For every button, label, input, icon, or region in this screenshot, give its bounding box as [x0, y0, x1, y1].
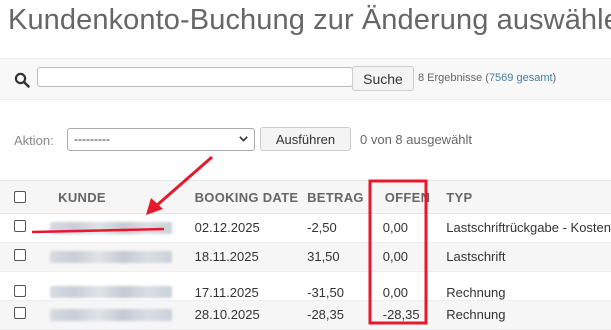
amount: -2,50: [307, 220, 337, 235]
booking-date: 18.11.2025: [194, 249, 259, 264]
booking-date: 28.10.2025: [194, 307, 260, 322]
column-header-typ[interactable]: TYP: [446, 180, 611, 214]
booking-type: Lastschrift: [446, 249, 506, 264]
column-header-kunde[interactable]: KUNDE: [50, 180, 195, 214]
row-checkbox[interactable]: [14, 307, 26, 319]
amount: -28,35: [307, 307, 344, 322]
row-checkbox[interactable]: [14, 220, 26, 232]
customer-name-redacted[interactable]: [50, 222, 173, 234]
booking-type: Rechnung: [446, 285, 506, 300]
result-count: 8 Ergebnisse (7569 gesamt): [418, 72, 557, 84]
search-icon: [14, 72, 30, 88]
page-title: Kundenkonto-Buchung zur Änderung auswähl…: [8, 4, 611, 36]
action-select[interactable]: ---------: [67, 128, 255, 151]
table-row: 28.10.2025 -28,35 -28,35 Rechnung: [0, 300, 611, 330]
search-toolbar: Suche 8 Ergebnisse (7569 gesamt): [0, 58, 611, 100]
row-checkbox[interactable]: [14, 249, 26, 261]
column-header-betrag[interactable]: BETRAG: [307, 180, 379, 214]
customer-name-redacted[interactable]: [50, 309, 173, 321]
action-select-value: ---------: [74, 132, 110, 146]
selection-counter: 0 von 8 ausgewählt: [360, 132, 473, 147]
table-row: 17.11.2025 -31,50 0,00 Rechnung: [0, 271, 611, 301]
table-row: 18.11.2025 31,50 0,00 Lastschrift: [0, 242, 611, 272]
open-amount: 0,00: [382, 249, 409, 264]
open-amount: -28,35: [382, 307, 420, 322]
select-all-header: [0, 180, 51, 214]
open-amount: 0,00: [382, 220, 409, 235]
table-row: 02.12.2025 -2,50 0,00 Lastschriftrückgab…: [0, 213, 611, 243]
action-label: Aktion:: [14, 133, 54, 148]
booking-type: Rechnung: [446, 307, 506, 322]
run-action-button[interactable]: Ausführen: [260, 127, 351, 151]
chevron-down-icon: [239, 136, 248, 142]
open-amount: 0,00: [382, 285, 409, 300]
customer-name-redacted[interactable]: [50, 286, 173, 298]
booking-date: 02.12.2025: [194, 220, 260, 235]
customer-name-redacted[interactable]: [50, 251, 173, 263]
column-header-booking-date[interactable]: BOOKING DATE: [194, 180, 308, 214]
actions-bar: Aktion: --------- Ausführen 0 von 8 ausg…: [14, 126, 611, 152]
select-all-checkbox[interactable]: [14, 191, 26, 203]
column-header-offen[interactable]: OFFEN: [378, 180, 447, 214]
search-input[interactable]: [37, 67, 353, 87]
row-checkbox[interactable]: [14, 285, 26, 297]
amount: -31,50: [307, 285, 344, 300]
table-header-row: KUNDE BOOKING DATE BETRAG OFFEN TYP: [0, 180, 611, 214]
booking-date: 17.11.2025: [194, 285, 259, 300]
search-button[interactable]: Suche: [352, 66, 414, 91]
amount: 31,50: [307, 249, 340, 264]
total-count-link[interactable]: 7569 gesamt: [489, 72, 553, 84]
bookings-table: KUNDE BOOKING DATE BETRAG OFFEN TYP 02.1…: [0, 180, 611, 330]
booking-type: Lastschriftrückgabe - Kosten: [446, 220, 611, 235]
